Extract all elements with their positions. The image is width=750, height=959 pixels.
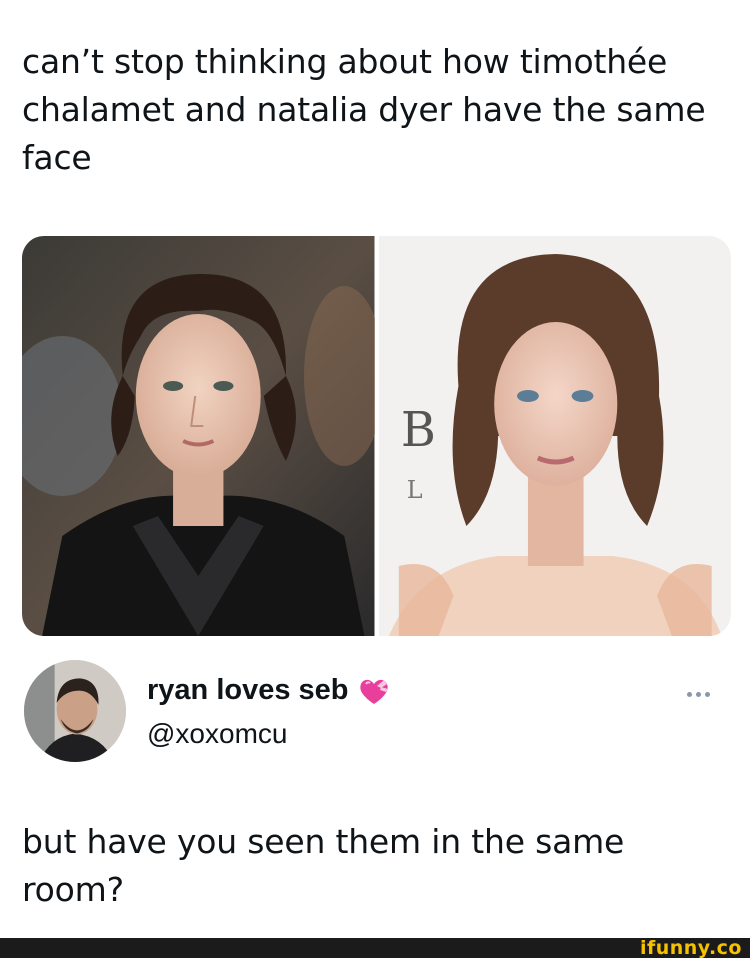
footer-bar: ifunny.co xyxy=(0,937,750,959)
svg-text:L: L xyxy=(406,476,422,504)
portrait-photo-left xyxy=(22,236,375,636)
avatar[interactable] xyxy=(24,660,126,762)
tweet-text: but have you seen them in the same room? xyxy=(22,822,625,909)
heart-with-ribbon-icon xyxy=(359,679,388,704)
tweet-author: ryan loves seb @xoxomcu xyxy=(24,660,730,762)
watermark[interactable]: ifunny.co xyxy=(640,937,742,959)
more-options-icon[interactable] xyxy=(678,684,718,704)
name-row: ryan loves seb xyxy=(147,674,391,707)
photo-grid[interactable]: B L xyxy=(22,236,731,636)
photo-left[interactable] xyxy=(22,236,375,636)
avatar-photo xyxy=(24,660,126,762)
portrait-photo-right: B L xyxy=(378,236,731,636)
svg-text:B: B xyxy=(400,403,435,458)
display-name[interactable]: ryan loves seb xyxy=(147,674,349,707)
handle[interactable]: @xoxomcu xyxy=(147,718,287,750)
post-caption: can’t stop thinking about how timothée c… xyxy=(22,42,706,177)
photo-right[interactable]: B L xyxy=(378,236,731,636)
